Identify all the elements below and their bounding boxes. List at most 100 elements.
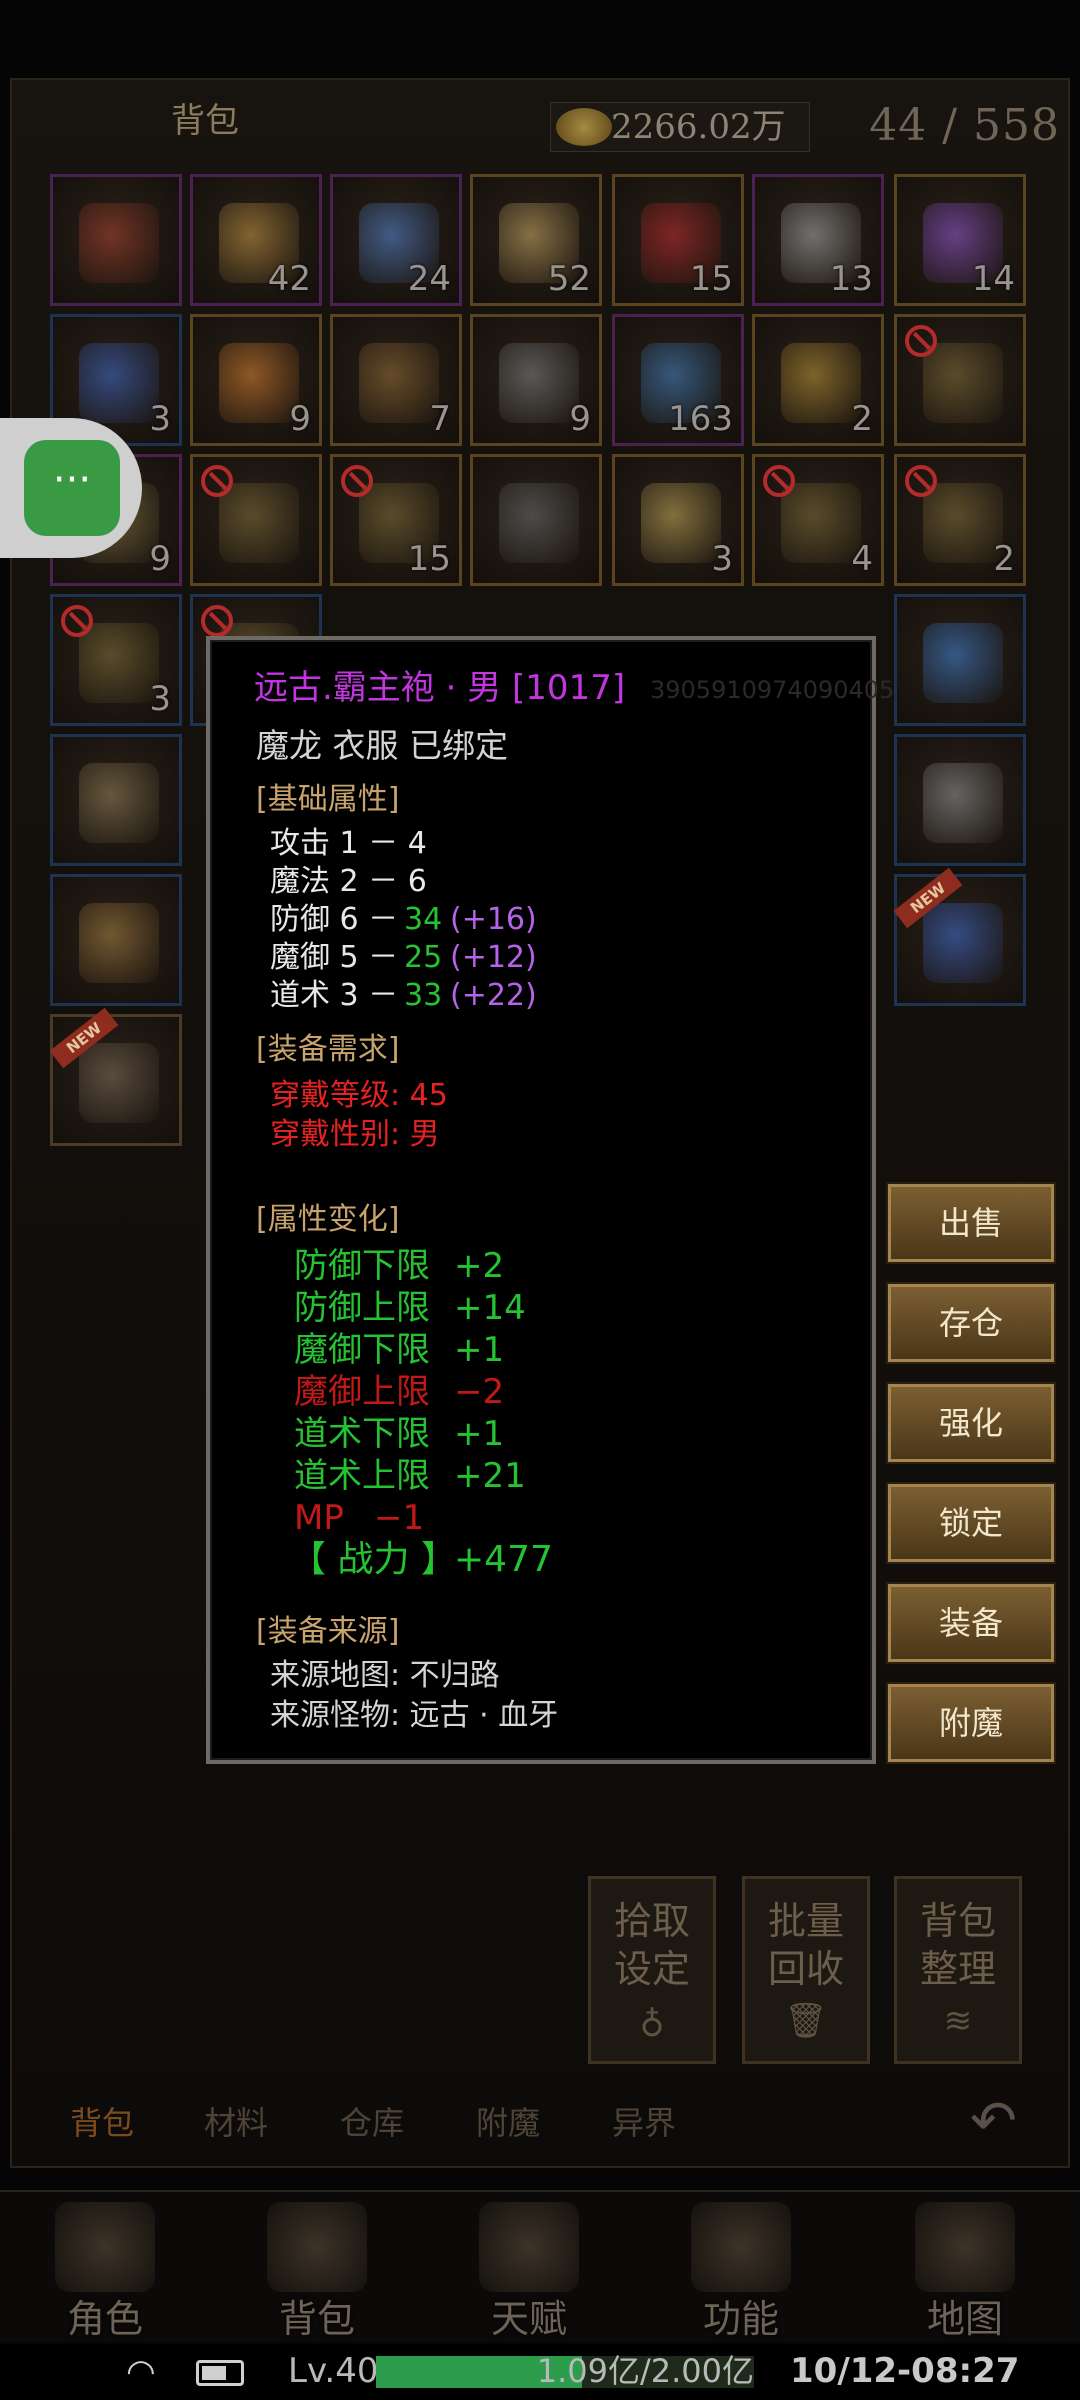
inventory-slot[interactable] bbox=[50, 174, 182, 306]
item-count: 13 bbox=[829, 259, 873, 299]
forbidden-icon bbox=[905, 465, 937, 497]
base-attr-label: 魔法 2 － 6 bbox=[270, 864, 427, 899]
inventory-slot[interactable]: NEW bbox=[49, 1007, 182, 1146]
item-count: 2 bbox=[851, 399, 873, 439]
inventory-slot[interactable]: 15 bbox=[330, 454, 462, 586]
inventory-slot[interactable]: 4 bbox=[752, 454, 884, 586]
nav-character[interactable]: 角色 bbox=[10, 2196, 200, 2341]
skill-book-icon bbox=[219, 483, 299, 563]
item-count: 3 bbox=[149, 679, 171, 719]
skill-book-icon bbox=[79, 623, 159, 703]
lock-button[interactable]: 锁定 bbox=[888, 1484, 1054, 1562]
nav-talent[interactable]: 天赋 bbox=[434, 2196, 624, 2341]
blue-talisman-icon bbox=[79, 343, 159, 423]
tab-bag[interactable]: 背包 bbox=[70, 2098, 134, 2148]
sell-button[interactable]: 出售 bbox=[888, 1184, 1054, 1262]
inventory-slot[interactable] bbox=[50, 734, 182, 866]
attr-change-label: 魔御上限 bbox=[294, 1372, 430, 1412]
req-level: 穿戴等级: 45 bbox=[270, 1078, 448, 1113]
attr-change-label: 防御下限 bbox=[294, 1246, 430, 1286]
compass-map-icon bbox=[915, 2202, 1015, 2292]
batch-recycle-button[interactable]: 批量 回收 🗑 bbox=[742, 1876, 870, 2064]
xp-text: 1.09亿/2.00亿 bbox=[536, 2352, 754, 2390]
inventory-slot[interactable]: 7 bbox=[330, 314, 462, 446]
inventory-slot[interactable]: 3 bbox=[612, 454, 744, 586]
equip-button[interactable]: 装备 bbox=[888, 1584, 1054, 1662]
forbidden-icon bbox=[763, 465, 795, 497]
inventory-slot[interactable]: 2 bbox=[894, 454, 1026, 586]
inventory-slot[interactable] bbox=[894, 594, 1026, 726]
base-attr-value: 34 bbox=[404, 902, 443, 937]
forbidden-icon bbox=[341, 465, 373, 497]
sort-bag-button[interactable]: 背包 整理 ≋ bbox=[894, 1876, 1022, 2064]
tab-enchant[interactable]: 附魔 bbox=[476, 2098, 540, 2148]
item-count: 42 bbox=[267, 259, 311, 299]
player-level: Lv.40 bbox=[288, 2351, 379, 2391]
hooded-figure-icon bbox=[55, 2202, 155, 2292]
tab-materials[interactable]: 材料 bbox=[204, 2098, 268, 2148]
inventory-slot[interactable] bbox=[190, 454, 322, 586]
inventory-slot[interactable]: 3 bbox=[50, 594, 182, 726]
inventory-slot[interactable] bbox=[470, 454, 602, 586]
item-count: 4 bbox=[851, 539, 873, 579]
tab-otherworld[interactable]: 异界 bbox=[612, 2098, 676, 2148]
nav-functions[interactable]: 功能 bbox=[646, 2196, 836, 2341]
inventory-slot[interactable] bbox=[50, 874, 182, 1006]
attr-change-label: 防御上限 bbox=[294, 1288, 430, 1328]
item-count: 163 bbox=[668, 399, 733, 439]
bag-capacity: 44 / 558 bbox=[869, 100, 1060, 151]
inventory-slot[interactable]: 9 bbox=[190, 314, 322, 446]
item-count: 7 bbox=[429, 399, 451, 439]
bag-icon: ♁ bbox=[639, 2001, 665, 2041]
inventory-slot[interactable]: 24 bbox=[330, 174, 462, 306]
inventory-slot[interactable]: 42 bbox=[190, 174, 322, 306]
inventory-slot[interactable]: NEW bbox=[893, 867, 1026, 1006]
inventory-slot[interactable]: 52 bbox=[470, 174, 602, 306]
enchant-button[interactable]: 附魔 bbox=[888, 1684, 1054, 1762]
nav-bag[interactable]: 背包 bbox=[222, 2196, 412, 2341]
item-id-watermark: 3905910974090405 bbox=[650, 676, 895, 704]
attr-change-value: −2 bbox=[454, 1372, 505, 1412]
nav-map[interactable]: 地图 bbox=[870, 2196, 1060, 2341]
sort-bag-label-2: 整理 bbox=[919, 1947, 996, 1991]
forbidden-icon bbox=[905, 325, 937, 357]
sapphire-ring-icon bbox=[923, 903, 1003, 983]
enhance-button[interactable]: 强化 bbox=[888, 1384, 1054, 1462]
inventory-slot[interactable]: 13 bbox=[752, 174, 884, 306]
base-attr-bonus: (+16) bbox=[450, 902, 537, 937]
skill-book-icon bbox=[923, 483, 1003, 563]
inventory-slot[interactable]: 14 bbox=[894, 174, 1026, 306]
inventory-slot[interactable]: 15 bbox=[612, 174, 744, 306]
item-count: 15 bbox=[689, 259, 733, 299]
inventory-slot[interactable]: 2 bbox=[752, 314, 884, 446]
pickup-settings-button[interactable]: 拾取 设定 ♁ bbox=[588, 1876, 716, 2064]
base-attr-label: 防御 6 － bbox=[270, 902, 399, 937]
req-header: [装备需求] bbox=[256, 1032, 400, 1067]
attr-change-value: +14 bbox=[454, 1288, 526, 1328]
dagger-icon bbox=[499, 483, 579, 563]
item-count: 24 bbox=[407, 259, 451, 299]
item-count: 3 bbox=[149, 399, 171, 439]
item-count: 14 bbox=[971, 259, 1015, 299]
item-count: 52 bbox=[547, 259, 591, 299]
item-count: 15 bbox=[407, 539, 451, 579]
base-attr-label: 道术 3 － bbox=[270, 978, 399, 1013]
store-button[interactable]: 存仓 bbox=[888, 1284, 1054, 1362]
forbidden-icon bbox=[201, 605, 233, 637]
inventory-slot[interactable]: 9 bbox=[470, 314, 602, 446]
inventory-title[interactable]: 背包 bbox=[150, 96, 260, 146]
inventory-slot[interactable] bbox=[894, 734, 1026, 866]
forbidden-icon bbox=[201, 465, 233, 497]
sort-bag-label-1: 背包 bbox=[919, 1899, 996, 1943]
inventory-slot[interactable]: 163 bbox=[612, 314, 744, 446]
base-attr-label: 攻击 1 － 4 bbox=[270, 826, 427, 861]
inventory-slot[interactable] bbox=[894, 314, 1026, 446]
attr-change-value: +2 bbox=[454, 1246, 505, 1286]
power-value: +477 bbox=[454, 1539, 553, 1580]
armor-icon bbox=[923, 763, 1003, 843]
chat-more-icon[interactable]: ··· bbox=[24, 440, 120, 536]
pickup-settings-label-2: 设定 bbox=[613, 1947, 690, 1991]
scroll-bundle-icon bbox=[781, 343, 861, 423]
back-arrow-icon[interactable]: ↶ bbox=[970, 2090, 1034, 2154]
tab-warehouse[interactable]: 仓库 bbox=[340, 2098, 404, 2148]
